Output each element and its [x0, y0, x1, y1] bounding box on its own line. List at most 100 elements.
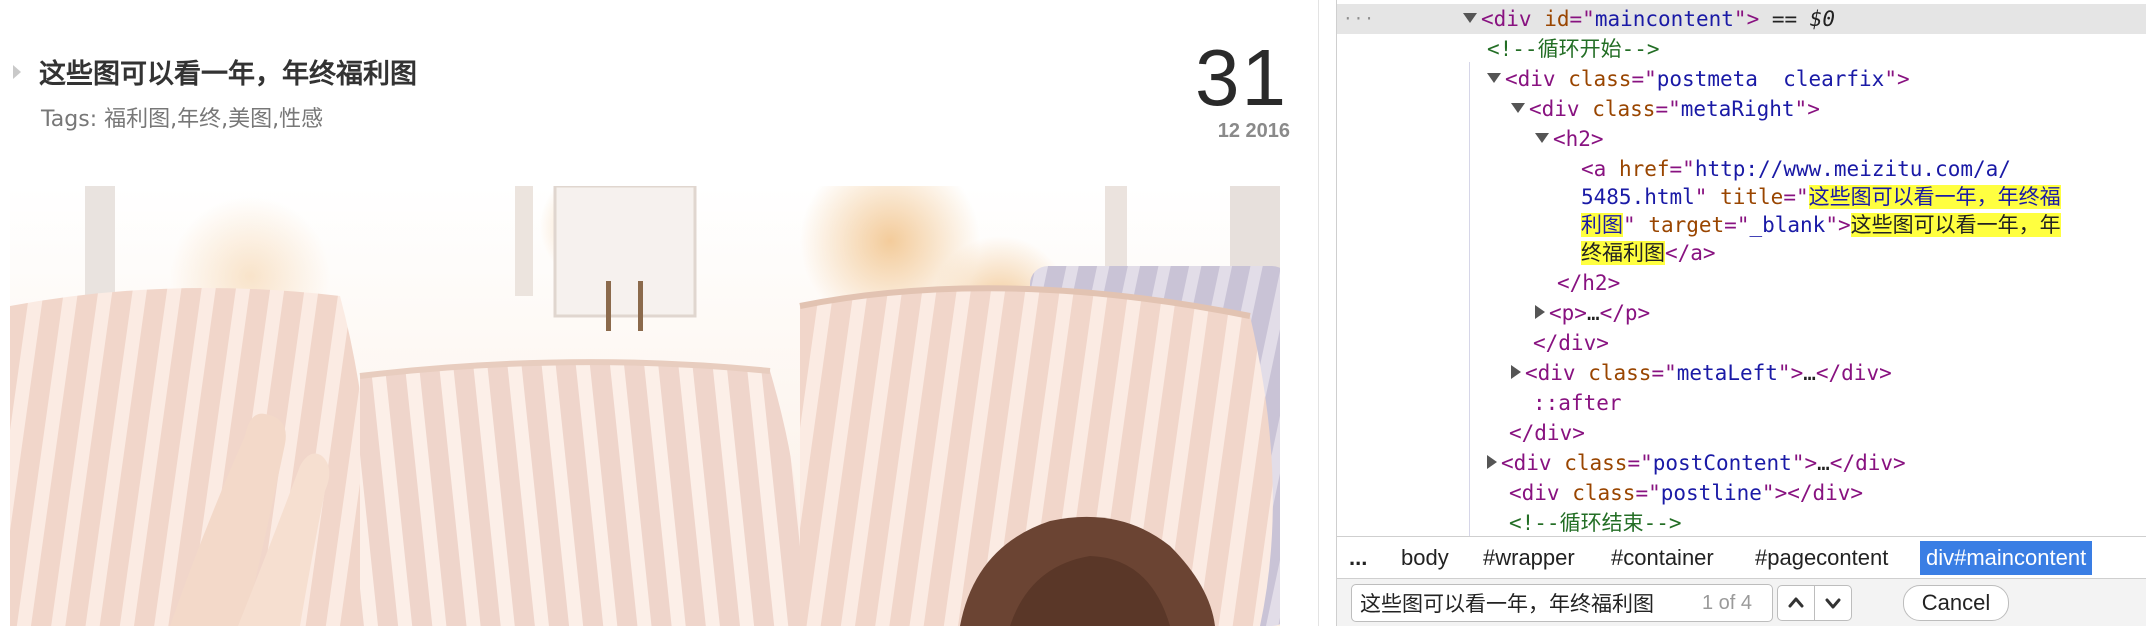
attr-name: class: [1592, 97, 1656, 121]
tag-close: >: [1790, 361, 1804, 385]
dom-node-postline[interactable]: <div class="postline"></div>: [1337, 478, 2146, 508]
attr-name: target: [1648, 213, 1725, 237]
breadcrumb-item[interactable]: #container: [1605, 541, 1720, 575]
dom-node-maincontent[interactable]: ··· <div id="maincontent"> == $0: [1337, 4, 2146, 34]
expand-arrow-icon[interactable]: [13, 65, 21, 79]
dom-node-anchor-cont[interactable]: 利图" target="_blank">这些图可以看一年，年: [1337, 210, 2146, 240]
dom-node-p[interactable]: <p>…</p>: [1337, 298, 2146, 328]
search-highlight: 终福利图: [1581, 241, 1665, 265]
match-count: 1 of 4: [1702, 592, 1753, 614]
dom-node-comment[interactable]: <!--循环开始-->: [1337, 34, 2146, 64]
post-photo: [10, 186, 1280, 626]
dom-node-metaright[interactable]: <div class="metaRight">: [1337, 94, 2146, 124]
panel-divider[interactable]: [1318, 0, 1337, 626]
dom-tree: ··· <div id="maincontent"> == $0 <!--循环开…: [1337, 0, 2146, 536]
dom-node-anchor-cont[interactable]: 终福利图</a>: [1337, 238, 2146, 268]
tag-close: >: [1804, 451, 1818, 475]
tag-name: <div: [1509, 481, 1560, 505]
tag-name: <div: [1501, 451, 1552, 475]
attr-name: class: [1564, 451, 1628, 475]
dom-node-pseudo-after[interactable]: ::after: [1337, 388, 2146, 418]
dom-node-postcontent[interactable]: <div class="postContent">…</div>: [1337, 448, 2146, 478]
tag-name: <div: [1481, 7, 1532, 31]
tag-close: >: [1746, 7, 1760, 31]
tags-label: Tags:: [41, 107, 105, 132]
collapsed-ellipsis[interactable]: …: [1587, 301, 1600, 325]
breadcrumb-item-selected[interactable]: div#maincontent: [1920, 541, 2093, 575]
tag-link[interactable]: 年终: [177, 107, 221, 132]
attr-value: postmeta clearfix: [1656, 67, 1885, 91]
previous-match-button[interactable]: [1778, 586, 1815, 620]
post-header: 这些图可以看一年，年终福利图 Tags: 福利图,年终,美图,性感 31 12 …: [0, 0, 1318, 180]
tag-close: </a>: [1665, 241, 1716, 265]
tag-name: </h2>: [1557, 271, 1621, 295]
tag-name: <a: [1581, 157, 1607, 181]
tag-name: <div: [1529, 97, 1580, 121]
dom-node-anchor-cont[interactable]: 5485.html" title="这些图可以看一年，年终福: [1337, 182, 2146, 212]
node-actions-icon[interactable]: ···: [1343, 4, 1375, 34]
post-date-day: 31: [1195, 33, 1288, 122]
search-highlight: 利图: [1581, 213, 1623, 237]
tag-close: ></div>: [1774, 481, 1864, 505]
tag-link[interactable]: 性感: [279, 107, 323, 132]
dom-node-div-close[interactable]: </div>: [1337, 418, 2146, 448]
dom-node-metaleft[interactable]: <div class="metaLeft">…</div>: [1337, 358, 2146, 388]
attr-name: title: [1720, 185, 1784, 209]
search-nav-buttons: [1777, 585, 1852, 621]
dom-node-comment[interactable]: <!--循环结束-->: [1337, 508, 2146, 536]
next-match-button[interactable]: [1815, 586, 1851, 620]
post-title[interactable]: 这些图可以看一年，年终福利图: [39, 52, 417, 91]
tag-close: </p>: [1599, 301, 1651, 325]
search-field[interactable]: 1 of 4: [1351, 584, 1773, 622]
breadcrumb-item[interactable]: #wrapper: [1477, 541, 1581, 575]
attr-value: _blank: [1749, 213, 1826, 237]
collapse-arrow-icon[interactable]: [1463, 13, 1477, 23]
tag-link[interactable]: 美图: [228, 107, 272, 132]
web-page: 这些图可以看一年，年终福利图 Tags: 福利图,年终,美图,性感 31 12 …: [0, 0, 1318, 626]
chevron-up-icon: [1788, 597, 1804, 608]
breadcrumb-item[interactable]: #pagecontent: [1749, 541, 1894, 575]
comment-text: <!--循环结束-->: [1509, 511, 1682, 535]
post-tags: Tags: 福利图,年终,美图,性感: [41, 107, 324, 132]
expand-arrow-icon[interactable]: [1511, 365, 1521, 379]
comment-text: <!--循环开始-->: [1487, 37, 1660, 61]
dom-node-anchor[interactable]: <a href="http://www.meizitu.com/a/: [1337, 154, 2146, 184]
search-input[interactable]: [1360, 588, 1660, 618]
dom-node-postmeta[interactable]: <div class="postmeta clearfix">: [1337, 64, 2146, 94]
collapsed-ellipsis[interactable]: …: [1803, 361, 1816, 385]
pseudo-element: ::after: [1533, 391, 1622, 415]
tag-name: <h2>: [1553, 127, 1604, 151]
devtools-elements-panel: ··· <div id="maincontent"> == $0 <!--循环开…: [1336, 0, 2146, 626]
tag-close: </div>: [1829, 451, 1906, 475]
tag-close: >: [1896, 67, 1910, 91]
attr-value: metaRight: [1680, 97, 1795, 121]
tag-name: </div>: [1533, 331, 1609, 355]
breadcrumb-overflow[interactable]: ...: [1343, 541, 1373, 575]
attr-name: id: [1544, 7, 1570, 31]
tag-close: >: [1807, 97, 1820, 121]
dom-search-bar: 1 of 4 Cancel: [1337, 578, 2146, 626]
tag-name: <div: [1525, 361, 1576, 385]
breadcrumb: ... body #wrapper #container #pageconten…: [1337, 536, 2146, 579]
collapse-arrow-icon[interactable]: [1535, 133, 1549, 143]
breadcrumb-item[interactable]: body: [1395, 541, 1455, 575]
attr-value: 5485.html: [1581, 185, 1695, 209]
collapsed-ellipsis[interactable]: …: [1817, 451, 1830, 475]
post-date-month-year: 12 2016: [1217, 120, 1290, 142]
collapse-arrow-icon[interactable]: [1511, 103, 1525, 113]
attr-value: maincontent: [1594, 7, 1734, 31]
attr-value: http://www.meizitu.com/a/: [1694, 157, 2011, 181]
collapse-arrow-icon[interactable]: [1487, 73, 1501, 83]
tag-link[interactable]: 福利图: [104, 107, 170, 132]
cancel-button[interactable]: Cancel: [1903, 585, 2009, 621]
dom-node-div-close[interactable]: </div>: [1337, 328, 2146, 358]
tag-name: <p>: [1549, 301, 1587, 325]
expand-arrow-icon[interactable]: [1487, 455, 1497, 469]
dom-node-h2[interactable]: <h2>: [1337, 124, 2146, 154]
dom-node-h2-close[interactable]: </h2>: [1337, 268, 2146, 298]
attr-value: metaLeft: [1676, 361, 1778, 385]
attr-value: postContent: [1652, 451, 1792, 475]
expand-arrow-icon[interactable]: [1535, 305, 1545, 319]
search-highlight: 这些图可以看一年，年终福: [1808, 185, 2061, 209]
selected-node-marker: == $0: [1759, 7, 1836, 31]
